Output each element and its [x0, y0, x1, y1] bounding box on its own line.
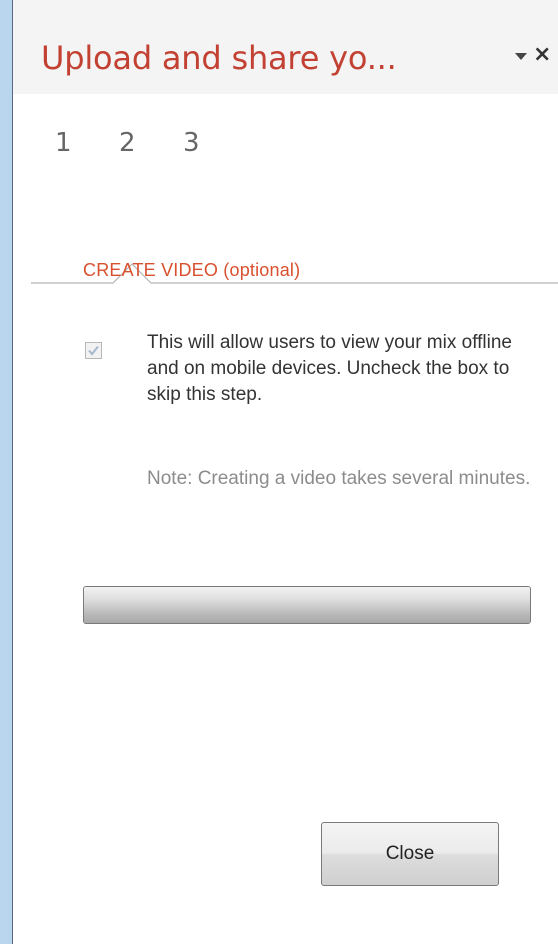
section-heading: CREATE VIDEO (optional) — [83, 260, 301, 280]
close-button[interactable]: Close — [321, 822, 499, 886]
progress-bar — [83, 586, 531, 624]
pane-title: Upload and share yo... — [41, 39, 397, 77]
close-icon[interactable]: × — [533, 44, 551, 66]
step-2[interactable]: 2 — [119, 130, 136, 156]
checkbox-description: This will allow users to view your mix o… — [147, 332, 512, 405]
progress-fill — [84, 587, 530, 623]
check-icon — [88, 345, 99, 356]
note-text: Note: Creating a video takes several min… — [147, 468, 531, 489]
pane-content: 1 2 3 CREATE VIDEO (optional) This will … — [31, 94, 558, 932]
pane-header: Upload and share yo... × — [13, 0, 558, 94]
step-1[interactable]: 1 — [55, 130, 72, 156]
create-video-checkbox[interactable] — [85, 342, 102, 359]
task-pane: Upload and share yo... × 1 2 3 CREATE VI… — [12, 0, 558, 944]
triangle-down-icon[interactable] — [513, 48, 529, 64]
step-3[interactable]: 3 — [183, 130, 200, 156]
